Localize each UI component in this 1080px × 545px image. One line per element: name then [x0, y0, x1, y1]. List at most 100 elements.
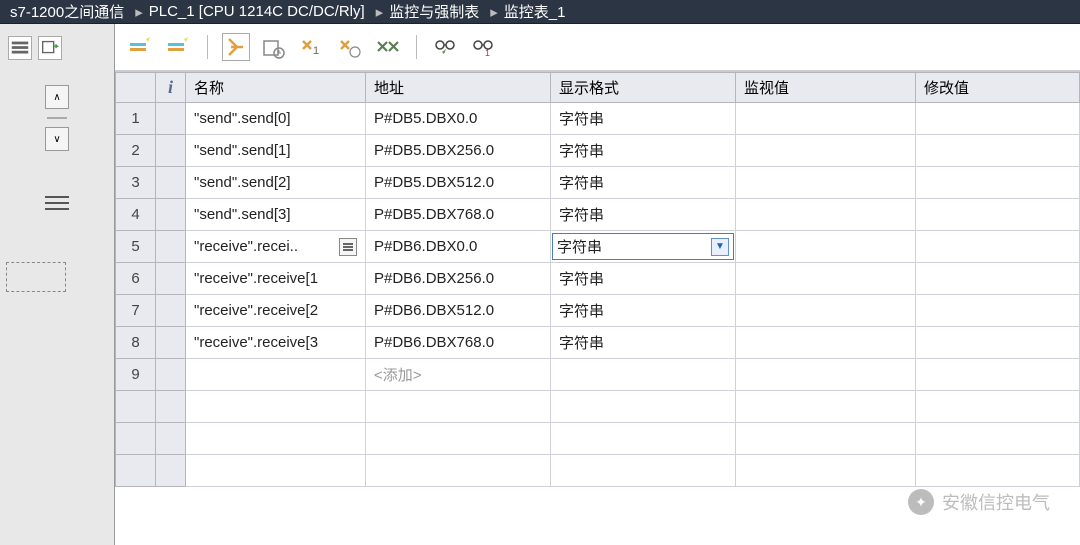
- modify-now-icon[interactable]: 1: [298, 33, 326, 61]
- address-cell[interactable]: P#DB6.DBX512.0: [366, 295, 551, 327]
- name-cell[interactable]: "send".send[3]: [186, 199, 366, 231]
- format-cell[interactable]: 字符串: [551, 327, 736, 359]
- row-number[interactable]: 4: [116, 199, 156, 231]
- modify-cell[interactable]: [916, 231, 1080, 263]
- row-number[interactable]: 2: [116, 135, 156, 167]
- table-row[interactable]: 6 "receive".receive[1P#DB6.DBX256.0字符串: [116, 263, 1080, 295]
- modify-cell[interactable]: [916, 359, 1080, 391]
- header-monitor[interactable]: 监视值: [736, 73, 916, 103]
- header-format[interactable]: 显示格式: [551, 73, 736, 103]
- format-cell[interactable]: [551, 359, 736, 391]
- table-row[interactable]: 3 "send".send[2]P#DB5.DBX512.0字符串: [116, 167, 1080, 199]
- info-cell[interactable]: [156, 327, 186, 359]
- view-grid-icon[interactable]: [38, 36, 62, 60]
- menu-icon[interactable]: [45, 194, 69, 212]
- info-cell[interactable]: [156, 103, 186, 135]
- row-number[interactable]: 3: [116, 167, 156, 199]
- format-cell[interactable]: 字符串: [551, 135, 736, 167]
- delete-row-icon[interactable]: [165, 33, 193, 61]
- info-cell[interactable]: [156, 295, 186, 327]
- modify-cell[interactable]: [916, 327, 1080, 359]
- address-cell[interactable]: P#DB5.DBX512.0: [366, 167, 551, 199]
- info-cell[interactable]: [156, 359, 186, 391]
- modify-cell[interactable]: [916, 263, 1080, 295]
- monitor-cell[interactable]: [736, 263, 916, 295]
- name-cell[interactable]: "send".send[0]: [186, 103, 366, 135]
- header-info[interactable]: i: [156, 73, 186, 103]
- breadcrumb-item[interactable]: s7-1200之间通信: [10, 1, 124, 22]
- header-name[interactable]: 名称: [186, 73, 366, 103]
- address-cell[interactable]: P#DB5.DBX0.0: [366, 103, 551, 135]
- drop-zone[interactable]: [6, 262, 66, 292]
- modify-cell[interactable]: [916, 103, 1080, 135]
- row-number[interactable]: 7: [116, 295, 156, 327]
- chevron-down-icon[interactable]: ▼: [711, 238, 729, 256]
- modify-cell[interactable]: [916, 199, 1080, 231]
- breadcrumb-item[interactable]: 监控表_1: [504, 1, 566, 22]
- row-number[interactable]: 8: [116, 327, 156, 359]
- monitor-cell[interactable]: [736, 327, 916, 359]
- name-cell[interactable]: "receive".receive[2: [186, 295, 366, 327]
- monitor-all-icon[interactable]: [222, 33, 250, 61]
- monitor-cell[interactable]: [736, 231, 916, 263]
- modify-cell[interactable]: [916, 295, 1080, 327]
- monitor-cell[interactable]: [736, 167, 916, 199]
- table-row[interactable]: 1 "send".send[0]P#DB5.DBX0.0字符串: [116, 103, 1080, 135]
- name-cell[interactable]: "receive".recei..: [186, 231, 366, 263]
- add-row[interactable]: 9 <添加>: [116, 359, 1080, 391]
- goggles-icon[interactable]: [431, 33, 459, 61]
- address-cell[interactable]: P#DB6.DBX256.0: [366, 263, 551, 295]
- row-number[interactable]: 6: [116, 263, 156, 295]
- breadcrumb-item[interactable]: PLC_1 [CPU 1214C DC/DC/Rly]: [149, 3, 365, 20]
- name-cell[interactable]: "receive".receive[1: [186, 263, 366, 295]
- header-address[interactable]: 地址: [366, 73, 551, 103]
- address-cell[interactable]: <添加>: [366, 359, 551, 391]
- scroll-down-button[interactable]: ∨: [45, 127, 69, 151]
- row-number[interactable]: 9: [116, 359, 156, 391]
- scrollbar-track[interactable]: [47, 117, 67, 119]
- info-cell[interactable]: [156, 231, 186, 263]
- insert-row-icon[interactable]: [127, 33, 155, 61]
- format-cell[interactable]: 字符串: [551, 263, 736, 295]
- name-cell[interactable]: "send".send[2]: [186, 167, 366, 199]
- monitor-once-icon[interactable]: [260, 33, 288, 61]
- table-row[interactable]: 5 "receive".recei..P#DB6.DBX0.0字符串▼: [116, 231, 1080, 263]
- table-row[interactable]: 7 "receive".receive[2P#DB6.DBX512.0字符串: [116, 295, 1080, 327]
- view-list-icon[interactable]: [8, 36, 32, 60]
- format-cell[interactable]: 字符串▼: [551, 231, 736, 263]
- address-cell[interactable]: P#DB5.DBX768.0: [366, 199, 551, 231]
- modify-with-trigger-icon[interactable]: [336, 33, 364, 61]
- info-cell[interactable]: [156, 199, 186, 231]
- name-cell[interactable]: "receive".receive[3: [186, 327, 366, 359]
- address-cell[interactable]: P#DB5.DBX256.0: [366, 135, 551, 167]
- row-number[interactable]: 1: [116, 103, 156, 135]
- name-cell[interactable]: [186, 359, 366, 391]
- monitor-cell[interactable]: [736, 359, 916, 391]
- address-cell[interactable]: P#DB6.DBX0.0: [366, 231, 551, 263]
- header-modify[interactable]: 修改值: [916, 73, 1080, 103]
- force-icon[interactable]: [374, 33, 402, 61]
- browse-icon[interactable]: [339, 238, 357, 256]
- breadcrumb-item[interactable]: 监控与强制表: [389, 1, 479, 22]
- monitor-cell[interactable]: [736, 103, 916, 135]
- info-cell[interactable]: [156, 263, 186, 295]
- monitor-cell[interactable]: [736, 295, 916, 327]
- format-cell[interactable]: 字符串: [551, 103, 736, 135]
- name-cell[interactable]: "send".send[1]: [186, 135, 366, 167]
- monitor-cell[interactable]: [736, 135, 916, 167]
- row-number[interactable]: 5: [116, 231, 156, 263]
- modify-cell[interactable]: [916, 135, 1080, 167]
- monitor-cell[interactable]: [736, 199, 916, 231]
- format-cell[interactable]: 字符串: [551, 295, 736, 327]
- info-cell[interactable]: [156, 167, 186, 199]
- goggles-2-icon[interactable]: 1: [469, 33, 497, 61]
- table-row[interactable]: 4 "send".send[3]P#DB5.DBX768.0字符串: [116, 199, 1080, 231]
- scroll-up-button[interactable]: ∧: [45, 85, 69, 109]
- modify-cell[interactable]: [916, 167, 1080, 199]
- info-cell[interactable]: [156, 135, 186, 167]
- format-cell[interactable]: 字符串: [551, 167, 736, 199]
- table-row[interactable]: 8"receive".receive[3P#DB6.DBX768.0字符串: [116, 327, 1080, 359]
- format-dropdown[interactable]: 字符串▼: [552, 233, 734, 260]
- format-cell[interactable]: 字符串: [551, 199, 736, 231]
- table-row[interactable]: 2 "send".send[1]P#DB5.DBX256.0字符串: [116, 135, 1080, 167]
